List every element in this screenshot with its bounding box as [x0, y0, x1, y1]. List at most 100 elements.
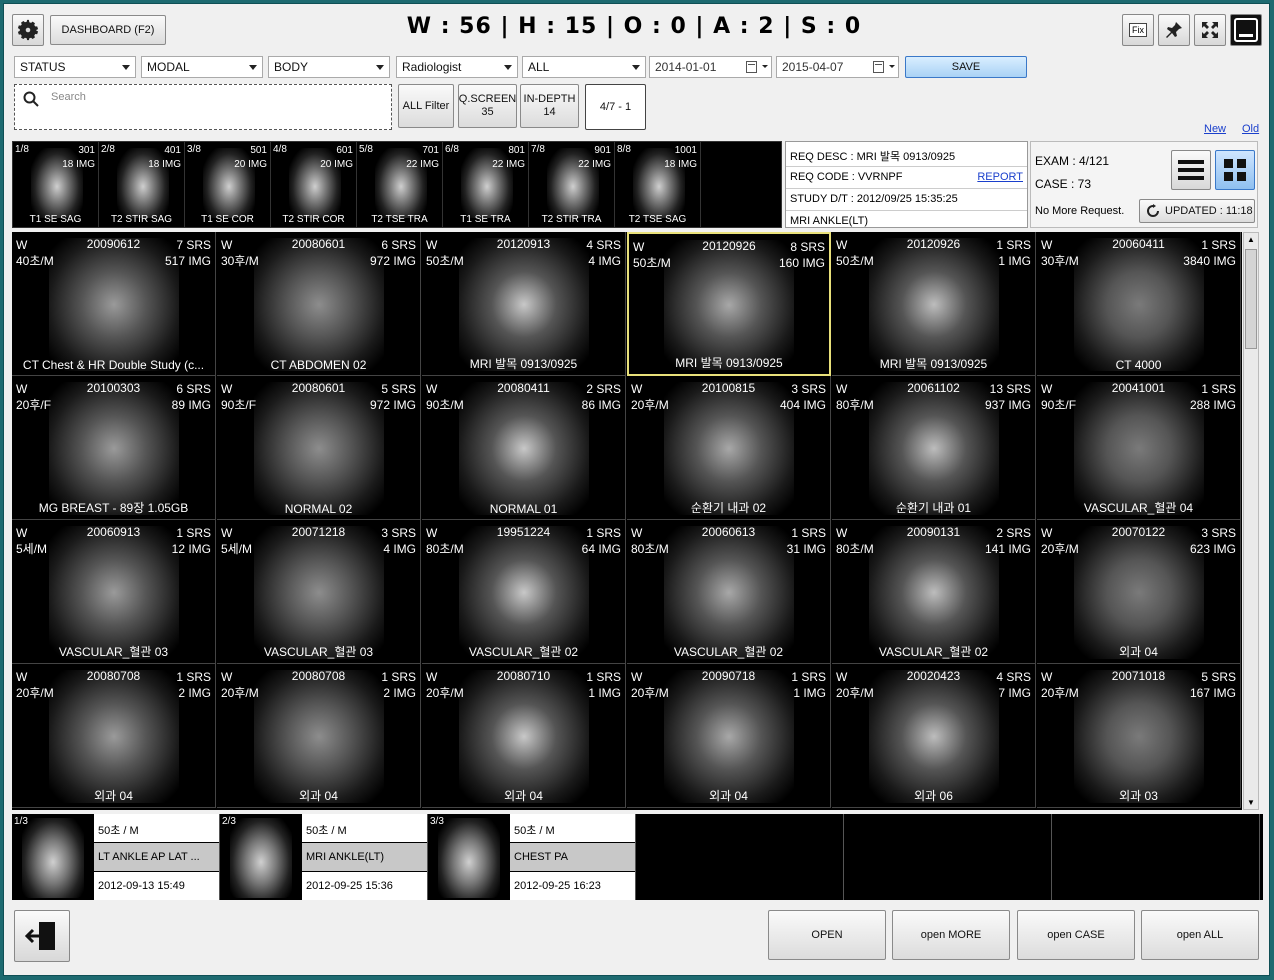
settings-button[interactable] — [12, 14, 44, 46]
history-item[interactable]: 3/3 50초 / M CHEST PA 2012-09-25 16:23 — [428, 814, 636, 900]
study-cell[interactable]: W 20후/M 20100815 3 SRS 404 IMG 순환기 내과 02 — [627, 376, 831, 520]
logout-button[interactable] — [14, 910, 70, 962]
search-icon — [23, 91, 39, 107]
indepth-label: IN-DEPTH — [523, 93, 576, 105]
series-thumb[interactable]: 3/8 501 20 IMG T1 SE COR — [185, 142, 271, 227]
page-indicator-button[interactable]: 4/7 - 1 — [585, 84, 646, 130]
open-button[interactable]: OPEN — [768, 910, 886, 960]
role-select[interactable]: Radiologist — [396, 56, 518, 78]
study-cell[interactable]: W 90초/M 20080411 2 SRS 86 IMG NORMAL 01 — [422, 376, 626, 520]
scroll-thumb[interactable] — [1245, 249, 1257, 349]
date-to-field[interactable]: 2015-04-07 — [776, 56, 899, 78]
series-label: T1 SE SAG — [29, 214, 82, 225]
series-label: T2 TSE SAG — [628, 214, 687, 225]
study-cell[interactable]: W 5세/M 20071218 3 SRS 4 IMG VASCULAR_혈관 03 — [217, 520, 421, 664]
calendar-icon[interactable] — [746, 61, 757, 73]
study-counts: 5 SRS 167 IMG — [1190, 669, 1236, 701]
minimize-button[interactable] — [1230, 14, 1262, 46]
study-cell[interactable]: W 90초/F 20080601 5 SRS 972 IMG NORMAL 02 — [217, 376, 421, 520]
series-image-count: 18 IMG — [62, 159, 95, 170]
grid-view-button[interactable] — [1215, 150, 1255, 190]
study-cell[interactable]: W 50초/M 20120926 1 SRS 1 IMG MRI 발목 0913/0925 — [832, 232, 1036, 376]
fullscreen-button[interactable] — [1194, 14, 1226, 46]
qscreen-button[interactable]: Q.SCREEN 35 — [458, 84, 517, 128]
series-number: 801 — [508, 145, 525, 156]
fix-icon: Fix — [1129, 23, 1147, 37]
new-link[interactable]: New — [1204, 123, 1226, 135]
date-from-field[interactable]: 2014-01-01 — [649, 56, 772, 78]
patient-age-sex: 20후/M — [16, 686, 54, 700]
history-desc: LT ANKLE AP LAT ... — [94, 843, 219, 871]
series-number: 601 — [336, 145, 353, 156]
series-count: 1 SRS — [791, 670, 826, 684]
dashboard-button[interactable]: DASHBOARD (F2) — [50, 15, 166, 45]
study-cell[interactable]: W 80초/M 19951224 1 SRS 64 IMG VASCULAR_혈관 02 — [422, 520, 626, 664]
study-cell[interactable]: W 20후/M 20080708 1 SRS 2 IMG 외과 04 — [217, 664, 421, 808]
save-button[interactable]: SAVE — [905, 56, 1027, 78]
scroll-down-icon[interactable]: ▼ — [1247, 798, 1255, 807]
study-counts: 2 SRS 86 IMG — [582, 381, 621, 413]
study-cell[interactable]: W 20후/M 20080708 1 SRS 2 IMG 외과 04 — [12, 664, 216, 808]
series-thumb[interactable]: 4/8 601 20 IMG T2 STIR COR — [271, 142, 357, 227]
study-cell[interactable]: W 20후/F 20100303 6 SRS 89 IMG MG BREAST - 89장… — [12, 376, 216, 520]
search-input[interactable]: Search — [51, 91, 86, 103]
series-thumb[interactable]: 5/8 701 22 IMG T2 TSE TRA — [357, 142, 443, 227]
fix-button[interactable]: Fix — [1122, 14, 1154, 46]
series-thumb[interactable]: 1/8 301 18 IMG T1 SE SAG — [13, 142, 99, 227]
study-cell[interactable]: W 80초/M 20060613 1 SRS 31 IMG VASCULAR_혈관 02 — [627, 520, 831, 664]
study-cell[interactable]: W 30후/M 20060411 1 SRS 3840 IMG CT 4000 — [1037, 232, 1241, 376]
updated-refresh-button[interactable]: UPDATED : 11:18 — [1139, 199, 1255, 223]
study-image — [48, 238, 179, 371]
study-image — [458, 526, 589, 659]
study-cell[interactable]: W 20후/M 20070122 3 SRS 623 IMG 외과 04 — [1037, 520, 1241, 664]
history-item[interactable]: 2/3 50초 / M MRI ANKLE(LT) 2012-09-25 15:36 — [220, 814, 428, 900]
qscreen-count: 35 — [481, 106, 494, 118]
study-cell[interactable]: W 80후/M 20061102 13 SRS 937 IMG 순환기 내과 01 — [832, 376, 1036, 520]
modal-select[interactable]: MODAL — [141, 56, 263, 78]
study-cell[interactable]: W 80초/M 20090131 2 SRS 141 IMG VASCULAR_혈관 02 — [832, 520, 1036, 664]
study-cell[interactable]: W 5세/M 20060913 1 SRS 12 IMG VASCULAR_혈관 03 — [12, 520, 216, 664]
scroll-up-icon[interactable]: ▲ — [1247, 235, 1255, 244]
study-cell[interactable]: W 20후/M 20080710 1 SRS 1 IMG 외과 04 — [422, 664, 626, 808]
history-desc: CHEST PA — [510, 843, 635, 871]
scope-select[interactable]: ALL — [522, 56, 646, 78]
grid-scrollbar[interactable]: ▲ ▼ — [1243, 232, 1259, 810]
series-count: 1 SRS — [996, 238, 1031, 252]
old-link[interactable]: Old — [1242, 123, 1259, 135]
pin-button[interactable] — [1158, 14, 1190, 46]
list-view-button[interactable] — [1171, 150, 1211, 190]
history-datetime: 2012-09-25 15:36 — [302, 872, 427, 900]
study-cell[interactable]: W 20후/M 20090718 1 SRS 1 IMG 외과 04 — [627, 664, 831, 808]
series-index: 2/8 — [101, 144, 115, 155]
study-cell[interactable]: W 20후/M 20020423 4 SRS 7 IMG 외과 06 — [832, 664, 1036, 808]
image-count: 4 IMG — [383, 542, 416, 556]
body-select[interactable]: BODY — [268, 56, 390, 78]
patient-age-sex: 20후/M — [221, 686, 259, 700]
study-cell[interactable]: W 50초/M 20120926 8 SRS 160 IMG MRI 발목 0913/09… — [627, 232, 831, 376]
study-cell[interactable]: W 90초/F 20041001 1 SRS 288 IMG VASCULAR_혈관 04 — [1037, 376, 1241, 520]
series-thumb[interactable]: 7/8 901 22 IMG T2 STIR TRA — [529, 142, 615, 227]
all-filter-button[interactable]: ALL Filter — [398, 84, 454, 128]
series-count: 2 SRS — [996, 526, 1031, 540]
calendar-icon[interactable] — [873, 61, 884, 73]
study-label: MRI 발목 0913/0925 — [469, 357, 578, 371]
open-case-button[interactable]: open CASE — [1017, 910, 1135, 960]
study-label: VASCULAR_혈관 03 — [58, 645, 169, 659]
study-cell[interactable]: W 30후/M 20080601 6 SRS 972 IMG CT ABDOMEN 02 — [217, 232, 421, 376]
status-select[interactable]: STATUS — [14, 56, 136, 78]
image-count: 64 IMG — [581, 542, 621, 556]
series-thumb[interactable]: 6/8 801 22 IMG T1 SE TRA — [443, 142, 529, 227]
study-cell[interactable]: W 50초/M 20120913 4 SRS 4 IMG MRI 발목 0913/0925 — [422, 232, 626, 376]
history-item[interactable]: 1/3 50초 / M LT ANKLE AP LAT ... 2012-09-13 … — [12, 814, 220, 900]
patient-age-sex: 80초/M — [631, 542, 669, 556]
report-link[interactable]: REPORT — [977, 171, 1023, 183]
study-cell[interactable]: W 40초/M 20090612 7 SRS 517 IMG CT Chest & HR … — [12, 232, 216, 376]
open-all-button[interactable]: open ALL — [1141, 910, 1259, 960]
series-thumb[interactable]: 2/8 401 18 IMG T2 STIR SAG — [99, 142, 185, 227]
indepth-button[interactable]: IN-DEPTH 14 — [520, 84, 579, 128]
series-thumb[interactable]: 8/8 1001 18 IMG T2 TSE SAG — [615, 142, 701, 227]
study-cell[interactable]: W 20후/M 20071018 5 SRS 167 IMG 외과 03 — [1037, 664, 1241, 808]
study-counts: 1 SRS 288 IMG — [1190, 381, 1236, 413]
open-more-button[interactable]: open MORE — [892, 910, 1010, 960]
search-box[interactable]: Search — [14, 84, 392, 130]
